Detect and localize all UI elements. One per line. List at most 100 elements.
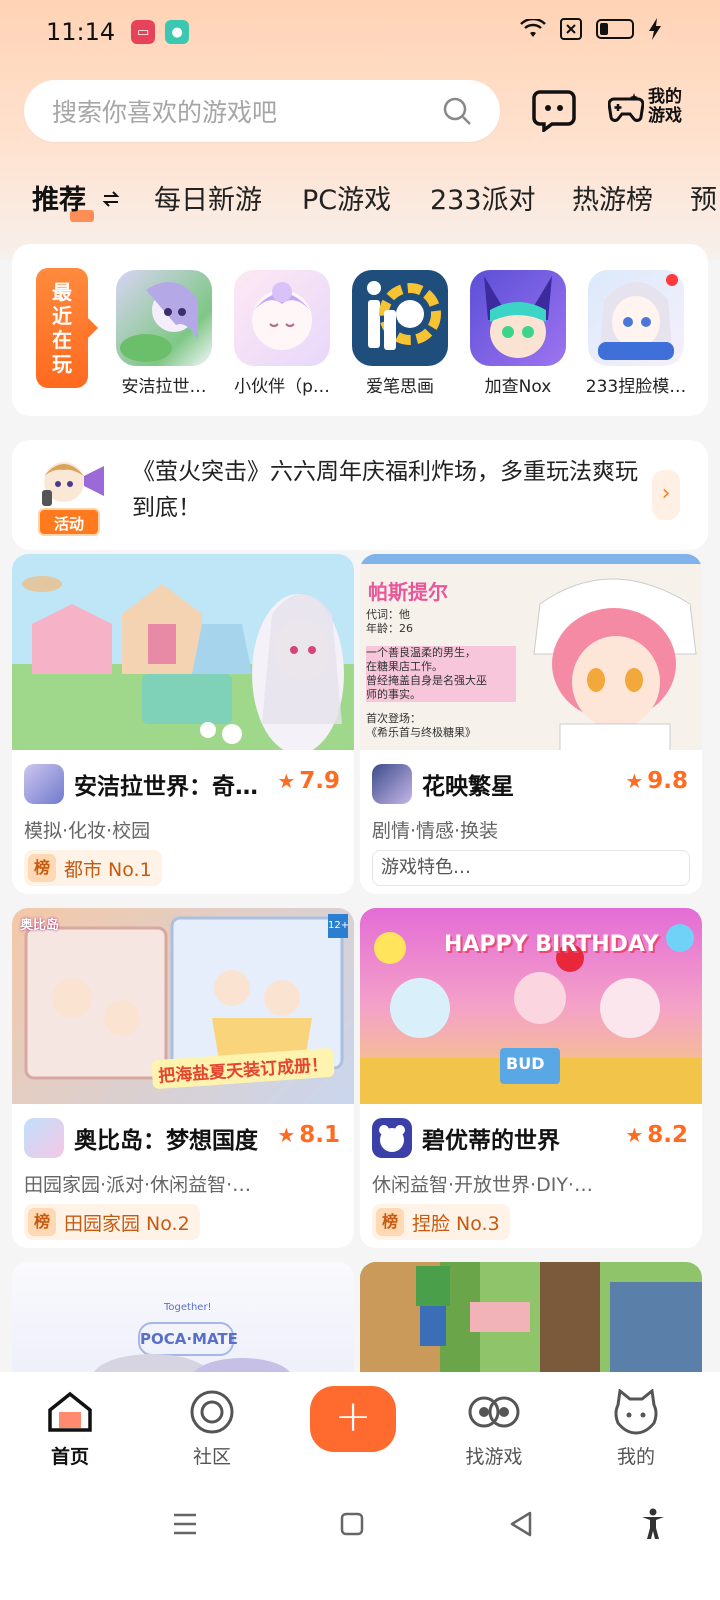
my-games-button[interactable]: 我的 游戏: [608, 88, 682, 126]
game-card[interactable]: 帕斯提尔 代词：他 年龄：26 一个善良温柔的男生， 在糖果店工作。 曾经掩盖自…: [360, 554, 702, 894]
plus-icon[interactable]: +: [310, 1386, 396, 1452]
recent-label-4: 加查Nox: [484, 377, 552, 397]
recently-played-tag[interactable]: 最 近 在 玩: [36, 268, 98, 388]
rank-badge[interactable]: 榜 捏脸 No.3: [372, 1204, 510, 1240]
message-icon[interactable]: [532, 88, 576, 132]
game-name: 安洁拉世界：奇…: [74, 774, 258, 800]
recent-label-3: 爱笔思画: [366, 377, 434, 397]
recent-label-2: 小伙伴（p…: [234, 377, 330, 397]
game-card[interactable]: HAPPY BIRTHDAY BUD 碧优蒂的世界 ★ 8.2 休闲益智·开放世界…: [360, 908, 702, 1248]
tab-recommend[interactable]: 推荐: [32, 178, 86, 217]
tab-preorder[interactable]: 预: [690, 178, 717, 217]
age-rating-badge: 12+: [328, 914, 349, 938]
system-navigation-bar: [0, 1500, 720, 1560]
rank-icon: 榜: [376, 1208, 404, 1236]
category-tabs: 推荐 每日新游 PC游戏 233派对 热游榜 预: [0, 178, 720, 222]
profile-icon: [614, 1389, 658, 1435]
art-logo: 奥比岛: [20, 918, 60, 933]
rank-badge[interactable]: 榜 田园家园 No.2: [24, 1204, 200, 1240]
rank-text: 都市 No.1: [64, 858, 152, 881]
find-game-icon: [468, 1396, 520, 1428]
game-name: 碧优蒂的世界: [422, 1128, 560, 1154]
home-icon: [48, 1391, 92, 1432]
new-dot-icon: [666, 274, 678, 286]
status-bar: 11:14 ▭ ●: [0, 0, 720, 64]
game-tags: 休闲益智·开放世界·DIY·…: [372, 1174, 593, 1196]
rank-icon: 榜: [28, 1208, 56, 1236]
activity-banner[interactable]: 活动 《萤火突击》六六周年庆福利炸场，多重玩法爽玩到底！ ›: [12, 440, 708, 550]
nav-profile[interactable]: 我的: [586, 1388, 686, 1469]
game-rating: ★ 8.1: [277, 1122, 340, 1148]
game-name: 花映繁星: [422, 774, 514, 800]
accessibility-icon[interactable]: [640, 1508, 666, 1540]
search-bar[interactable]: 搜索你喜欢的游戏吧: [24, 80, 500, 142]
gacha-nox-icon[interactable]: [470, 270, 566, 366]
my-games-label-1: 我的: [648, 87, 682, 107]
recent-label-5: 233捏脸模…: [585, 377, 687, 397]
home-square-icon[interactable]: [340, 1512, 364, 1536]
tab-daily-new[interactable]: 每日新游: [154, 178, 262, 217]
game-icon: [24, 764, 64, 804]
game-card[interactable]: POCA·MATE Together!: [12, 1262, 354, 1372]
game-card[interactable]: 奥比岛 12+ 把海盐夏天装订成册！ 奥比岛：梦想国度 ★ 8.1 田园家园·派对…: [12, 908, 354, 1248]
status-time: 11:14: [46, 18, 116, 46]
ibispaint-icon[interactable]: [352, 270, 448, 366]
my-games-label-2: 游戏: [648, 106, 682, 126]
recent-label-1: 安洁拉世…: [121, 377, 207, 397]
tab-233-party[interactable]: 233派对: [430, 178, 536, 217]
rank-text: 捏脸 No.3: [412, 1212, 500, 1235]
activity-badge: 活动: [38, 508, 100, 536]
game-rating: ★ 8.2: [625, 1122, 688, 1148]
nav-home[interactable]: 首页: [20, 1388, 120, 1469]
star-icon: ★: [625, 769, 644, 793]
star-icon: ★: [277, 1123, 296, 1147]
game-card-image: HAPPY BIRTHDAY BUD: [360, 908, 702, 1104]
back-icon[interactable]: [508, 1510, 534, 1538]
game-card[interactable]: 安洁拉世界：奇… ★ 7.9 模拟·化妆·校园 榜 都市 No.1: [12, 554, 354, 894]
game-name: 奥比岛：梦想国度: [74, 1128, 258, 1154]
swap-icon[interactable]: [102, 190, 120, 208]
game-rating: ★ 7.9: [277, 768, 340, 794]
rank-badge[interactable]: 榜 都市 No.1: [24, 850, 162, 886]
menu-icon[interactable]: [172, 1512, 198, 1536]
search-icon[interactable]: [442, 96, 472, 126]
game-rating: ★ 9.8: [625, 768, 688, 794]
notification-app-icon: ▭: [131, 20, 156, 44]
mascot-megaphone-icon: [42, 462, 104, 506]
game-tags: 模拟·化妆·校园: [24, 820, 151, 842]
game-card[interactable]: [360, 1262, 702, 1372]
star-icon: ★: [625, 1123, 644, 1147]
community-icon: [190, 1390, 234, 1434]
star-icon: ★: [277, 769, 296, 793]
game-tags: 田园家园·派对·休闲益智·…: [24, 1174, 252, 1196]
game-tags: 剧情·情感·换装: [372, 820, 499, 842]
rank-text: 田园家园 No.2: [64, 1212, 190, 1235]
game-icon: [24, 1118, 64, 1158]
no-sim-icon: [560, 18, 582, 40]
angela-world-icon[interactable]: [116, 270, 212, 366]
art-title: 帕斯提尔: [368, 580, 448, 604]
nav-find-games[interactable]: 找游戏: [444, 1388, 544, 1469]
nav-community[interactable]: 社区: [162, 1388, 262, 1469]
game-card-image: 奥比岛 12+ 把海盐夏天装订成册！: [12, 908, 354, 1104]
game-icon: [372, 1118, 412, 1158]
status-icons: [520, 18, 662, 40]
game-card-image: 帕斯提尔 代词：他 年龄：26 一个善良温柔的男生， 在糖果店工作。 曾经掩盖自…: [360, 554, 702, 750]
battery-icon: [596, 19, 634, 39]
tab-pc-games[interactable]: PC游戏: [302, 178, 391, 217]
game-card-image: [12, 554, 354, 750]
wifi-icon: [520, 19, 546, 37]
game-card-image: [360, 1262, 702, 1372]
rank-icon: 榜: [28, 854, 56, 882]
recently-played-panel: 最 近 在 玩 安洁拉世… 小伙伴（p… 爱笔思画 加查Nox 233捏脸模…: [12, 244, 708, 416]
tab-hot-chart[interactable]: 热游榜: [572, 178, 653, 217]
banner-text: 《萤火突击》六六周年庆福利炸场，多重玩法爽玩到底！: [132, 459, 638, 521]
search-input[interactable]: 搜索你喜欢的游戏吧: [52, 93, 442, 129]
face-maker-icon[interactable]: [588, 270, 684, 366]
bottom-navigation: 首页 社区 + 找游戏 我的: [0, 1372, 720, 1600]
game-icon: [372, 764, 412, 804]
game-feature-box[interactable]: 游戏特色…: [372, 850, 690, 886]
art-caption: HAPPY BIRTHDAY: [444, 932, 659, 957]
partner-icon[interactable]: [234, 270, 330, 366]
chevron-right-icon[interactable]: ›: [652, 470, 680, 520]
